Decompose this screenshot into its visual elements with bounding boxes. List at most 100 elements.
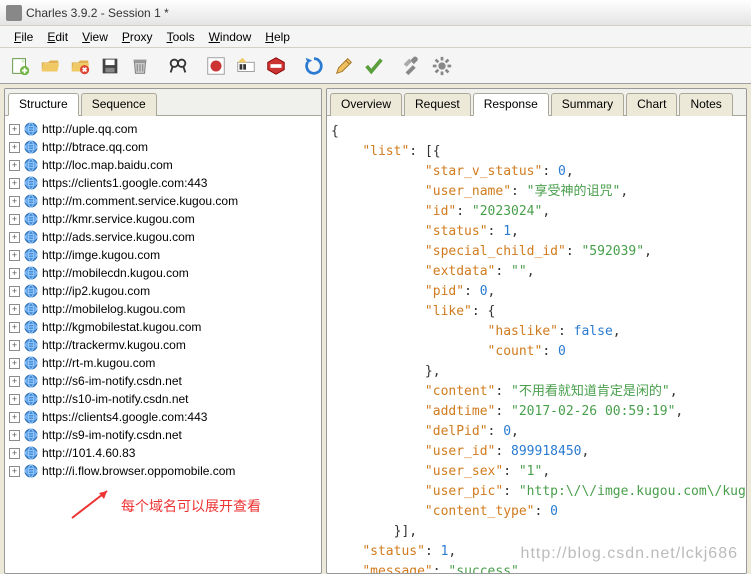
host-node[interactable]: +http://m.comment.service.kugou.com bbox=[7, 192, 319, 210]
clear-button[interactable] bbox=[126, 52, 154, 80]
globe-icon bbox=[24, 410, 38, 424]
host-node[interactable]: +http://trackermv.kugou.com bbox=[7, 336, 319, 354]
host-node[interactable]: +http://kmr.service.kugou.com bbox=[7, 210, 319, 228]
host-node[interactable]: +https://clients1.google.com:443 bbox=[7, 174, 319, 192]
open-button[interactable] bbox=[36, 52, 64, 80]
tab-chart[interactable]: Chart bbox=[626, 93, 677, 116]
breakpoints-button[interactable] bbox=[262, 52, 290, 80]
host-node[interactable]: +http://kgmobilestat.kugou.com bbox=[7, 318, 319, 336]
host-label: http://uple.qq.com bbox=[42, 122, 137, 136]
menu-file[interactable]: File bbox=[8, 28, 39, 46]
host-label: https://clients4.google.com:443 bbox=[42, 410, 207, 424]
expand-icon[interactable]: + bbox=[9, 232, 20, 243]
right-tabs: OverviewRequestResponseSummaryChartNotes bbox=[327, 89, 746, 116]
expand-icon[interactable]: + bbox=[9, 178, 20, 189]
title-bar: Charles 3.9.2 - Session 1 * bbox=[0, 0, 751, 26]
globe-icon bbox=[24, 158, 38, 172]
tab-summary[interactable]: Summary bbox=[551, 93, 624, 116]
globe-icon bbox=[24, 122, 38, 136]
globe-icon bbox=[24, 194, 38, 208]
tools-button[interactable] bbox=[398, 52, 426, 80]
globe-icon bbox=[24, 446, 38, 460]
settings-button[interactable] bbox=[428, 52, 456, 80]
expand-icon[interactable]: + bbox=[9, 268, 20, 279]
globe-icon bbox=[24, 284, 38, 298]
expand-icon[interactable]: + bbox=[9, 340, 20, 351]
menu-edit[interactable]: Edit bbox=[41, 28, 74, 46]
find-button[interactable] bbox=[164, 52, 192, 80]
host-node[interactable]: + https://clients4.google.com:443 bbox=[7, 408, 319, 426]
expand-icon[interactable]: + bbox=[9, 448, 20, 459]
throttle-button[interactable] bbox=[232, 52, 260, 80]
host-node[interactable]: +http://101.4.60.83 bbox=[7, 444, 319, 462]
globe-icon bbox=[24, 248, 38, 262]
menu-bar: FileEditViewProxyToolsWindowHelp bbox=[0, 26, 751, 48]
arrow-icon bbox=[57, 486, 117, 526]
expand-icon[interactable]: + bbox=[9, 412, 20, 423]
tab-structure[interactable]: Structure bbox=[8, 93, 79, 116]
menu-tools[interactable]: Tools bbox=[161, 28, 201, 46]
expand-icon[interactable]: + bbox=[9, 394, 20, 405]
compose-button[interactable] bbox=[330, 52, 358, 80]
expand-icon[interactable]: + bbox=[9, 376, 20, 387]
globe-icon bbox=[24, 212, 38, 226]
globe-icon bbox=[24, 266, 38, 280]
expand-icon[interactable]: + bbox=[9, 286, 20, 297]
annotation-label: 每个域名可以展开查看 bbox=[7, 480, 319, 526]
host-node[interactable]: +http://s6-im-notify.csdn.net bbox=[7, 372, 319, 390]
host-node[interactable]: +http://mobilecdn.kugou.com bbox=[7, 264, 319, 282]
repeat-button[interactable] bbox=[300, 52, 328, 80]
host-node[interactable]: +http://mobilelog.kugou.com bbox=[7, 300, 319, 318]
app-icon bbox=[6, 5, 22, 21]
globe-icon bbox=[24, 302, 38, 316]
host-label: http://btrace.qq.com bbox=[42, 140, 148, 154]
tab-overview[interactable]: Overview bbox=[330, 93, 402, 116]
menu-help[interactable]: Help bbox=[259, 28, 296, 46]
close-button[interactable] bbox=[66, 52, 94, 80]
host-node[interactable]: +http://s10-im-notify.csdn.net bbox=[7, 390, 319, 408]
menu-window[interactable]: Window bbox=[203, 28, 258, 46]
save-button[interactable] bbox=[96, 52, 124, 80]
expand-icon[interactable]: + bbox=[9, 250, 20, 261]
host-node[interactable]: +http://ip2.kugou.com bbox=[7, 282, 319, 300]
host-node[interactable]: + http://imge.kugou.com bbox=[7, 246, 319, 264]
globe-icon bbox=[24, 374, 38, 388]
menu-view[interactable]: View bbox=[76, 28, 114, 46]
new-session-button[interactable] bbox=[6, 52, 34, 80]
response-body[interactable]: { "list": [{ "star_v_status": 0, "user_n… bbox=[327, 116, 746, 573]
host-node[interactable]: + http://rt-m.kugou.com bbox=[7, 354, 319, 372]
host-label: http://s9-im-notify.csdn.net bbox=[42, 428, 182, 442]
expand-icon[interactable]: + bbox=[9, 466, 20, 477]
host-node[interactable]: +http://i.flow.browser.oppomobile.com bbox=[7, 462, 319, 480]
tab-request[interactable]: Request bbox=[404, 93, 471, 116]
globe-icon bbox=[24, 392, 38, 406]
expand-icon[interactable]: + bbox=[9, 160, 20, 171]
expand-icon[interactable]: + bbox=[9, 430, 20, 441]
globe-icon bbox=[24, 176, 38, 190]
expand-icon[interactable]: + bbox=[9, 214, 20, 225]
tab-notes[interactable]: Notes bbox=[679, 93, 732, 116]
expand-icon[interactable]: + bbox=[9, 124, 20, 135]
expand-icon[interactable]: + bbox=[9, 358, 20, 369]
toolbar bbox=[0, 48, 751, 84]
validate-button[interactable] bbox=[360, 52, 388, 80]
globe-icon bbox=[24, 464, 38, 478]
expand-icon[interactable]: + bbox=[9, 322, 20, 333]
host-node[interactable]: + http://uple.qq.com bbox=[7, 120, 319, 138]
host-node[interactable]: + http://loc.map.baidu.com bbox=[7, 156, 319, 174]
host-label: http://imge.kugou.com bbox=[42, 248, 160, 262]
menu-proxy[interactable]: Proxy bbox=[116, 28, 159, 46]
host-label: http://loc.map.baidu.com bbox=[42, 158, 173, 172]
host-node[interactable]: + http://btrace.qq.com bbox=[7, 138, 319, 156]
expand-icon[interactable]: + bbox=[9, 196, 20, 207]
expand-icon[interactable]: + bbox=[9, 142, 20, 153]
host-label: http://rt-m.kugou.com bbox=[42, 356, 155, 370]
host-tree[interactable]: + http://uple.qq.com + http://btrace.qq.com… bbox=[5, 116, 321, 573]
expand-icon[interactable]: + bbox=[9, 304, 20, 315]
host-node[interactable]: +http://ads.service.kugou.com bbox=[7, 228, 319, 246]
tab-sequence[interactable]: Sequence bbox=[81, 93, 157, 116]
host-node[interactable]: + http://s9-im-notify.csdn.net bbox=[7, 426, 319, 444]
tab-response[interactable]: Response bbox=[473, 93, 549, 116]
record-button[interactable] bbox=[202, 52, 230, 80]
globe-icon bbox=[24, 140, 38, 154]
